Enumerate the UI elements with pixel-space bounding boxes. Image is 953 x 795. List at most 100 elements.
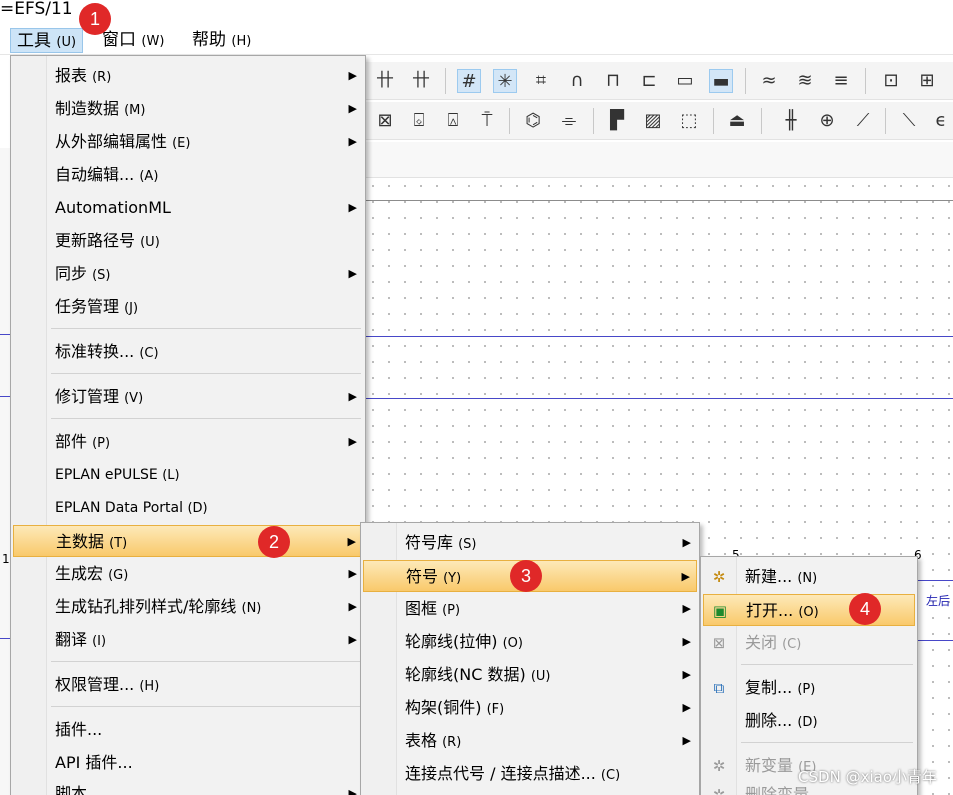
menu-item-manufacturing-data[interactable]: 制造数据 (M) ▶	[13, 93, 363, 125]
menu-help[interactable]: 帮助 (H)	[186, 28, 257, 53]
menu-item-api-add-ins[interactable]: API 插件...	[13, 747, 363, 779]
grid-toggle-icon[interactable]: #	[457, 69, 481, 93]
menu-item-reports[interactable]: 报表 (R) ▶	[13, 60, 363, 92]
terminal-tool-icon[interactable]: ⍑	[475, 109, 499, 133]
menu-item-outline-extrusion[interactable]: 轮廓线(拉伸) (O) ▶	[363, 626, 697, 658]
menu-item-label: 标准转换...	[55, 342, 135, 361]
potential-icon[interactable]: ╫	[779, 109, 803, 133]
menu-item-label: 新变量	[745, 756, 794, 775]
menu-item-update-path-number[interactable]: 更新路径号 (U)	[13, 225, 363, 257]
menu-item-new-symbol[interactable]: ✲ 新建... (N)	[703, 561, 915, 593]
menu-item-accelerator: (V)	[124, 391, 144, 406]
display-icon[interactable]: ▬	[709, 69, 733, 93]
menu-item-label: 权限管理...	[55, 675, 135, 694]
menu-bar: 工具 (U) 窗口 (W) 帮助 (H)	[0, 25, 953, 55]
menu-item-accelerator: (G)	[108, 568, 129, 583]
menu-item-revision-management[interactable]: 修订管理 (V) ▶	[13, 381, 363, 413]
menu-item-symbol-library[interactable]: 符号库 (S) ▶	[363, 527, 697, 559]
menu-item-delete-symbol[interactable]: 删除... (D)	[703, 705, 915, 737]
menu-item-add-ins[interactable]: 插件...	[13, 714, 363, 746]
submenu-arrow-icon: ▶	[348, 102, 357, 115]
grid-b-icon[interactable]: 卄	[373, 69, 397, 93]
menu-item-generate-macro[interactable]: 生成宏 (G) ▶	[13, 558, 363, 590]
menu-item-standard-conversion[interactable]: 标准转换... (C)	[13, 336, 363, 368]
menu-item-label: EPLAN ePULSE	[55, 467, 158, 483]
cable-icon[interactable]: ⟋	[851, 109, 875, 133]
menu-separator	[51, 373, 361, 374]
plug-tool-icon[interactable]: ⌬	[521, 109, 545, 133]
submenu-arrow-icon: ▶	[348, 567, 357, 580]
menu-item-eplan-epulse[interactable]: EPLAN ePULSE (L)	[13, 459, 363, 491]
menu-tools[interactable]: 工具 (U)	[10, 28, 84, 53]
signal-icon[interactable]: ≋	[793, 69, 817, 93]
grid-e-icon[interactable]: 卄	[409, 69, 433, 93]
menu-item-label: 任务管理	[55, 297, 120, 316]
multi-line-icon[interactable]: ≡	[829, 69, 853, 93]
dashed-box-icon[interactable]: ⬚	[677, 109, 701, 133]
menu-item-frame-copper[interactable]: 构架(铜件) (F) ▶	[363, 692, 697, 724]
plc-tool-icon[interactable]: ⌺	[407, 109, 431, 133]
new-symbol-icon: ✲	[712, 568, 726, 586]
menu-item-translate[interactable]: 翻译 (I) ▶	[13, 624, 363, 656]
menu-item-copy-symbol[interactable]: ⧉ 复制... (P)	[703, 672, 915, 704]
table-tool-icon[interactable]: ⊠	[373, 109, 397, 133]
menu-item-rights-management[interactable]: 权限管理... (H)	[13, 669, 363, 701]
component-icon[interactable]: ⊡	[879, 69, 903, 93]
menu-item-forms[interactable]: 表格 (R) ▶	[363, 725, 697, 757]
submenu-arrow-icon: ▶	[348, 787, 357, 795]
selection-frame-icon[interactable]: ⊞	[915, 69, 939, 93]
menu-item-connection-point-designations[interactable]: 连接点代号 / 连接点描述... (C)	[363, 758, 697, 790]
menu-item-label: 制造数据	[55, 99, 120, 118]
menu-window[interactable]: 窗口 (W)	[96, 28, 170, 53]
interrupt-icon[interactable]: ⊕	[815, 109, 839, 133]
box-tool-icon[interactable]: ▛	[605, 109, 629, 133]
busbar-icon[interactable]: ⏏	[725, 109, 749, 133]
wave-icon[interactable]: ≈	[757, 69, 781, 93]
menu-item-accelerator: (H)	[139, 679, 160, 694]
menu-item-close-symbol[interactable]: ⊠ 关闭 (C)	[703, 627, 915, 659]
menu-item-accelerator: (I)	[92, 634, 107, 649]
connection-icon[interactable]: ∩	[565, 69, 589, 93]
menu-item-label: 表格	[405, 731, 438, 750]
menu-item-accelerator: (O)	[798, 605, 819, 620]
menu-separator	[741, 664, 913, 665]
menu-item-scripts[interactable]: 脚本 ▶	[13, 778, 363, 795]
counter-icon[interactable]: ▭	[673, 69, 697, 93]
menu-item-parts[interactable]: 部件 (P) ▶	[13, 426, 363, 458]
menu-item-synchronize[interactable]: 同步 (S) ▶	[13, 258, 363, 290]
object-grid-icon[interactable]: ⌗	[529, 69, 553, 93]
step-badge-2: 2	[258, 526, 290, 558]
arc-tool-icon[interactable]: ϵ	[929, 109, 953, 133]
menu-item-label: 翻译	[55, 630, 88, 649]
menu-item-external-edit-properties[interactable]: 从外部编辑属性 (E) ▶	[13, 126, 363, 158]
menu-item-drilling-pattern-outline[interactable]: 生成钻孔排列样式/轮廓线 (N) ▶	[13, 591, 363, 623]
menu-item-open-symbol[interactable]: ▣ 打开... (O)	[703, 594, 915, 626]
delete-variant-icon: ✲	[712, 786, 726, 795]
menu-item-eplan-data-portal[interactable]: EPLAN Data Portal (D)	[13, 492, 363, 524]
menu-item-automationml[interactable]: AutomationML ▶	[13, 192, 363, 224]
toolbar-separator	[593, 108, 594, 134]
menu-item-accelerator: (E)	[172, 136, 191, 151]
submenu-arrow-icon: ▶	[681, 570, 690, 583]
snap-grid-icon[interactable]: ✳	[493, 69, 517, 93]
page-tab-strip	[365, 142, 953, 178]
bracket-tool-icon[interactable]: ⊏	[637, 69, 661, 93]
menu-item-accelerator: (M)	[124, 103, 146, 118]
menu-item-label: 轮廓线(拉伸)	[405, 632, 498, 651]
line-tool-icon[interactable]: ⊓	[601, 69, 625, 93]
menu-item-accelerator: (L)	[162, 468, 180, 483]
toolbar-row-2: ⊠ ⌺ ⍓ ⍑ ⌬ ⌯ ▛ ▨ ⬚ ⏏ ╫ ⊕ ⟋ ⟍ ϵ	[365, 102, 953, 140]
menu-item-accelerator: (P)	[442, 603, 461, 618]
device-tool-icon[interactable]: ⍓	[441, 109, 465, 133]
menu-window-label: 窗口	[102, 30, 136, 50]
menu-item-plot-frame[interactable]: 图框 (P) ▶	[363, 593, 697, 625]
socket-tool-icon[interactable]: ⌯	[557, 109, 581, 133]
shield-tool-icon[interactable]: ⟍	[897, 109, 921, 133]
menu-item-task-management[interactable]: 任务管理 (J)	[13, 291, 363, 323]
menu-item-master-data[interactable]: 主数据 (T) ▶	[13, 525, 363, 557]
watermark: CSDN @xiao小青年	[798, 768, 937, 786]
menu-item-auto-edit[interactable]: 自动编辑... (A)	[13, 159, 363, 191]
menu-item-outline-nc-data[interactable]: 轮廓线(NC 数据) (U) ▶	[363, 659, 697, 691]
menu-item-accelerator: (S)	[92, 268, 111, 283]
hatch-tool-icon[interactable]: ▨	[641, 109, 665, 133]
